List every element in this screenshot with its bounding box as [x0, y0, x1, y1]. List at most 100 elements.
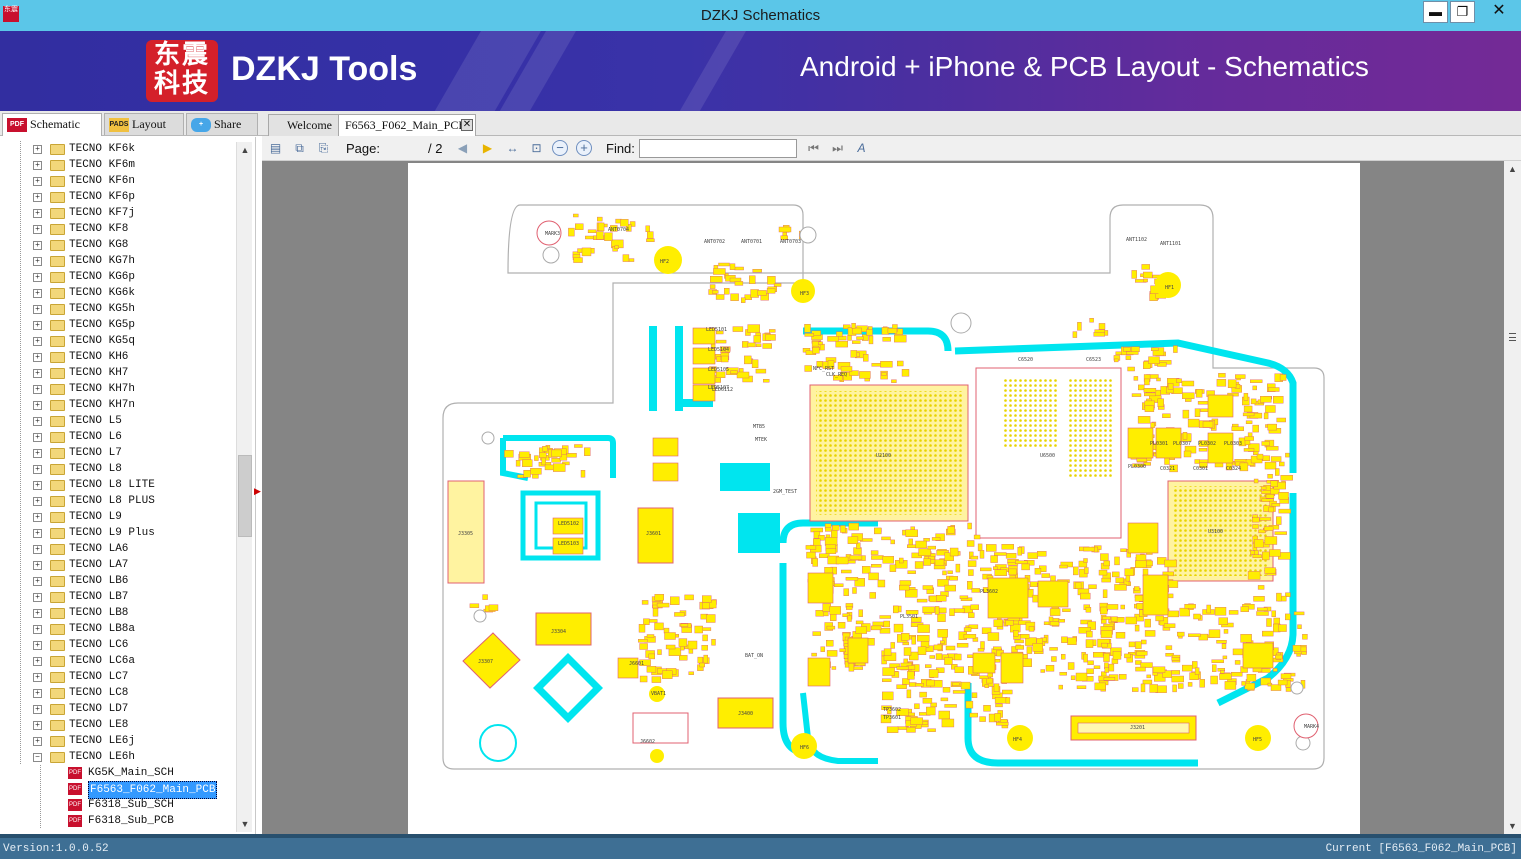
- fit-page-icon[interactable]: ⊡: [528, 140, 545, 157]
- tree-folder[interactable]: + TECNO KG6p: [0, 269, 235, 285]
- expand-icon[interactable]: +: [33, 161, 42, 170]
- tree-folder[interactable]: + TECNO KG5h: [0, 301, 235, 317]
- tree-folder[interactable]: + TECNO KF6n: [0, 173, 235, 189]
- scroll-thumb[interactable]: [238, 455, 252, 537]
- scroll-down-icon[interactable]: ▼: [1504, 818, 1521, 834]
- expand-icon[interactable]: +: [33, 241, 42, 250]
- tree-folder[interactable]: + TECNO L8 PLUS: [0, 493, 235, 509]
- tree-folder[interactable]: + TECNO LB8: [0, 605, 235, 621]
- tree-folder[interactable]: + TECNO KF8: [0, 221, 235, 237]
- find-input[interactable]: [639, 139, 797, 158]
- expand-icon[interactable]: +: [33, 625, 42, 634]
- prev-page-icon[interactable]: ◀: [454, 140, 471, 157]
- expand-icon[interactable]: +: [33, 193, 42, 202]
- find-next-icon[interactable]: ⏭: [829, 140, 846, 157]
- tree-folder[interactable]: + TECNO LE6j: [0, 733, 235, 749]
- tree-folder[interactable]: + TECNO KF7j: [0, 205, 235, 221]
- tree-folder[interactable]: + TECNO LC6: [0, 637, 235, 653]
- tree-folder[interactable]: + TECNO L8 LITE: [0, 477, 235, 493]
- tree-folder-expanded[interactable]: − TECNO LE6h: [0, 749, 235, 765]
- scroll-up-icon[interactable]: ▲: [1504, 161, 1521, 177]
- tree-folder[interactable]: + TECNO LC7: [0, 669, 235, 685]
- tree-folder[interactable]: + TECNO KH7n: [0, 397, 235, 413]
- tree-folder[interactable]: + TECNO L6: [0, 429, 235, 445]
- tab-share[interactable]: + Share: [186, 113, 258, 135]
- expand-icon[interactable]: +: [33, 705, 42, 714]
- close-tab-icon[interactable]: ✕: [461, 119, 473, 131]
- expand-icon[interactable]: +: [33, 513, 42, 522]
- expand-icon[interactable]: +: [33, 257, 42, 266]
- expand-icon[interactable]: +: [33, 529, 42, 538]
- open-icon[interactable]: ▤: [267, 140, 284, 157]
- tree-file[interactable]: PDF F6318_Sub_PCB: [0, 813, 235, 829]
- tree-folder[interactable]: + TECNO L5: [0, 413, 235, 429]
- expand-icon[interactable]: +: [33, 609, 42, 618]
- tree-folder[interactable]: + TECNO LB6: [0, 573, 235, 589]
- tree-folder[interactable]: + TECNO LD7: [0, 701, 235, 717]
- tree-folder[interactable]: + TECNO LA6: [0, 541, 235, 557]
- tree-folder[interactable]: + TECNO KG5q: [0, 333, 235, 349]
- tree-file[interactable]: PDF KG5K_Main_SCH: [0, 765, 235, 781]
- expand-icon[interactable]: +: [33, 689, 42, 698]
- expand-icon[interactable]: +: [33, 417, 42, 426]
- zoom-in-icon[interactable]: +: [576, 140, 592, 156]
- expand-icon[interactable]: +: [33, 577, 42, 586]
- expand-icon[interactable]: +: [33, 433, 42, 442]
- tree-folder[interactable]: + TECNO LE8: [0, 717, 235, 733]
- close-button[interactable]: ✕: [1477, 1, 1521, 23]
- tree-folder[interactable]: + TECNO LC8: [0, 685, 235, 701]
- zoom-out-icon[interactable]: −: [552, 140, 568, 156]
- tree-folder[interactable]: + TECNO L7: [0, 445, 235, 461]
- expand-icon[interactable]: +: [33, 337, 42, 346]
- expand-icon[interactable]: +: [33, 657, 42, 666]
- tree-folder[interactable]: + TECNO KH7h: [0, 381, 235, 397]
- expand-icon[interactable]: +: [33, 497, 42, 506]
- tree-folder[interactable]: + TECNO LB7: [0, 589, 235, 605]
- copy-icon[interactable]: ⧉: [291, 140, 308, 157]
- expand-icon[interactable]: +: [33, 321, 42, 330]
- maximize-button[interactable]: ❐: [1450, 1, 1475, 23]
- expand-icon[interactable]: +: [33, 721, 42, 730]
- viewer-scrollbar[interactable]: ▲ ▼: [1504, 161, 1521, 834]
- expand-icon[interactable]: +: [33, 737, 42, 746]
- tab-schematic[interactable]: PDF Schematic: [2, 113, 102, 136]
- tree-folder[interactable]: + TECNO KF6m: [0, 157, 235, 173]
- tree-scrollbar[interactable]: ▲ ▼: [236, 142, 252, 832]
- tab-f6563-main-pcb[interactable]: F6563_F062_Main_PCB ✕: [338, 114, 476, 136]
- expand-icon[interactable]: +: [33, 145, 42, 154]
- expand-icon[interactable]: +: [33, 289, 42, 298]
- expand-icon[interactable]: +: [33, 449, 42, 458]
- tree-folder[interactable]: + TECNO KF6k: [0, 141, 235, 157]
- expand-icon[interactable]: +: [33, 305, 42, 314]
- tree-folder[interactable]: + TECNO LC6a: [0, 653, 235, 669]
- minimize-button[interactable]: ▬: [1423, 1, 1448, 23]
- tree-folder[interactable]: + TECNO L9 Plus: [0, 525, 235, 541]
- expand-icon[interactable]: +: [33, 641, 42, 650]
- expand-icon[interactable]: +: [33, 353, 42, 362]
- scroll-grip-icon[interactable]: [1509, 333, 1516, 341]
- find-first-icon[interactable]: ⏮: [805, 140, 822, 157]
- expand-icon[interactable]: +: [33, 561, 42, 570]
- tree-folder[interactable]: + TECNO KG6k: [0, 285, 235, 301]
- expand-icon[interactable]: +: [33, 225, 42, 234]
- panel-splitter[interactable]: ▶: [254, 486, 261, 500]
- tree-folder[interactable]: + TECNO L8: [0, 461, 235, 477]
- tree-file[interactable]: PDF F6318_Sub_SCH: [0, 797, 235, 813]
- expand-icon[interactable]: +: [33, 465, 42, 474]
- expand-icon[interactable]: +: [33, 177, 42, 186]
- expand-icon[interactable]: +: [33, 673, 42, 682]
- collapse-icon[interactable]: −: [33, 753, 42, 762]
- expand-icon[interactable]: +: [33, 545, 42, 554]
- tab-welcome[interactable]: Welcome: [268, 114, 340, 136]
- tree-folder[interactable]: + TECNO KG8: [0, 237, 235, 253]
- tree-folder[interactable]: + TECNO L9: [0, 509, 235, 525]
- scroll-up-icon[interactable]: ▲: [237, 142, 253, 158]
- tree-folder[interactable]: + TECNO KH7: [0, 365, 235, 381]
- tree-folder[interactable]: + TECNO KH6: [0, 349, 235, 365]
- expand-icon[interactable]: +: [33, 369, 42, 378]
- highlight-icon[interactable]: A: [853, 140, 870, 157]
- tab-layout[interactable]: PADS Layout: [104, 113, 184, 135]
- expand-icon[interactable]: +: [33, 593, 42, 602]
- tree-folder[interactable]: + TECNO KG7h: [0, 253, 235, 269]
- pdf-viewer[interactable]: ANT0704 ANT0702 ANT0701 ANT0703 ANT1102 ANT11…: [262, 161, 1504, 834]
